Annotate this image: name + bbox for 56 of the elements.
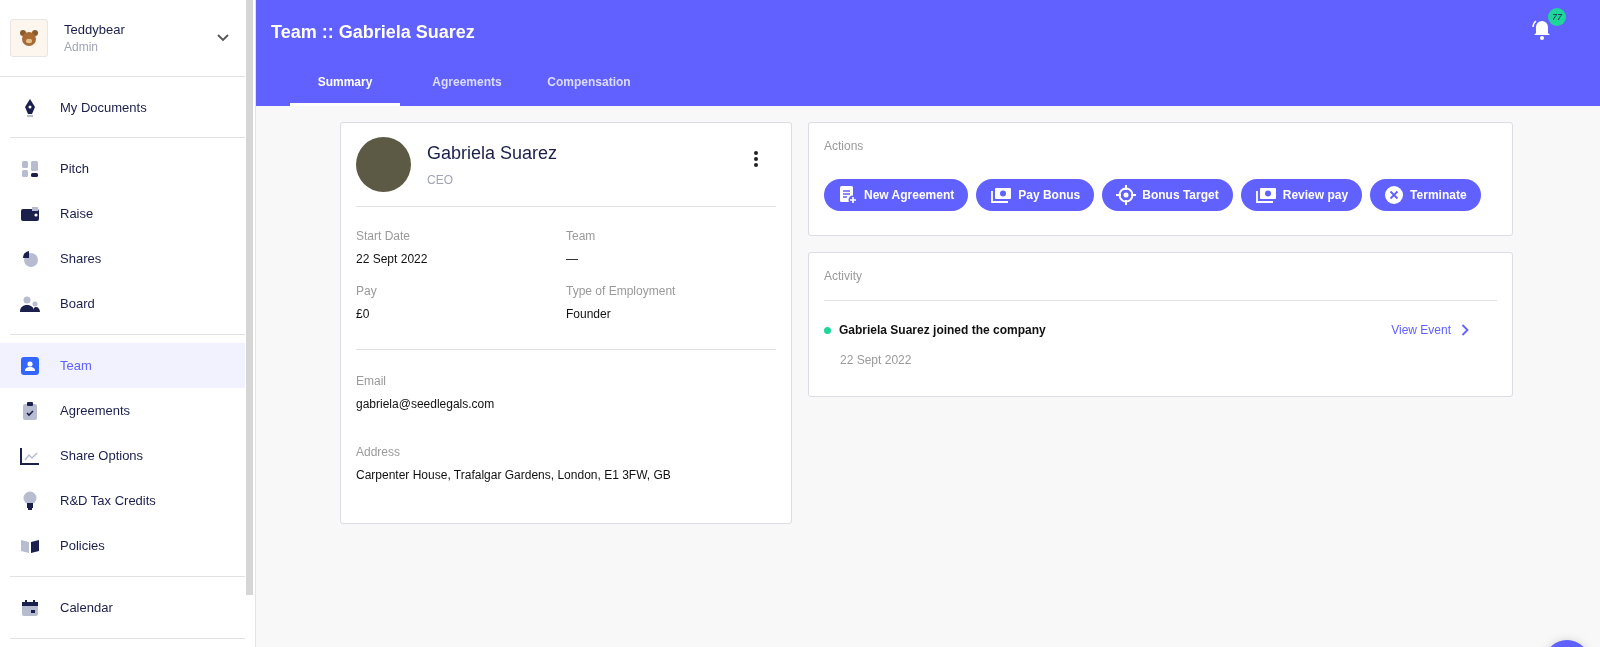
book-icon xyxy=(18,537,42,554)
tab[interactable]: Summary xyxy=(290,63,400,106)
chevron-right-icon[interactable] xyxy=(1461,324,1469,336)
action-button[interactable]: Terminate xyxy=(1370,179,1481,211)
field-value: 22 Sept 2022 xyxy=(356,252,429,266)
field-label: Team xyxy=(566,229,597,243)
page-title: Team :: Gabriela Suarez xyxy=(271,21,475,43)
line-chart-icon xyxy=(18,446,42,465)
notification-badge: 77 xyxy=(1548,8,1566,26)
field-value: £0 xyxy=(356,307,371,321)
card-title: Activity xyxy=(824,269,863,283)
action-button[interactable]: Bonus Target xyxy=(1102,179,1233,211)
bear-icon xyxy=(19,30,39,46)
nav-item[interactable]: Pitch xyxy=(0,146,245,191)
field-label: Start Date xyxy=(356,229,412,243)
field-label: Email xyxy=(356,374,387,388)
field-label: Address xyxy=(356,445,402,459)
cash-icon xyxy=(1254,186,1277,204)
field-value: gabriela@seedlegals.com xyxy=(356,397,496,411)
nav-item[interactable]: Calendar xyxy=(0,585,245,630)
nav-item[interactable]: My Documents xyxy=(0,85,245,130)
field-value: Founder xyxy=(566,307,612,321)
card-title: Actions xyxy=(824,139,865,153)
nav-item[interactable]: Team xyxy=(0,343,245,388)
action-button[interactable]: Review pay xyxy=(1240,179,1363,211)
nav-item[interactable]: Shares xyxy=(0,236,245,281)
company-name: Teddybear xyxy=(64,22,126,37)
nav-item[interactable]: Board xyxy=(0,281,245,326)
nav-item[interactable]: Share Options xyxy=(0,433,245,478)
field-value: Carpenter House, Trafalgar Gardens, London, E1 3FW, GB xyxy=(356,468,672,482)
more-options-icon[interactable] xyxy=(753,150,759,168)
crosshair-icon xyxy=(1116,185,1137,205)
event-text: Gabriela Suarez joined the company xyxy=(839,323,1047,337)
view-event-link[interactable]: View Event xyxy=(1391,323,1451,337)
wallet-icon xyxy=(18,205,42,222)
person-icon xyxy=(18,356,42,375)
nav-item[interactable]: R&D Tax Credits xyxy=(0,478,245,523)
event-date: 22 Sept 2022 xyxy=(840,353,913,367)
avatar-photo-placeholder xyxy=(356,137,411,192)
scrollbar[interactable] xyxy=(245,0,256,647)
document-add-icon xyxy=(838,185,858,205)
field-value: — xyxy=(566,252,579,266)
people-icon xyxy=(18,294,42,313)
nav-item[interactable]: Agreements xyxy=(0,388,245,433)
field-label: Pay xyxy=(356,284,378,298)
close-circle-icon xyxy=(1384,185,1405,205)
field-label: Type of Employment xyxy=(566,284,677,298)
person-role: CEO xyxy=(427,173,454,187)
nav-item[interactable]: Raise xyxy=(0,191,245,236)
action-button[interactable]: New Agreement xyxy=(824,179,969,211)
nav-item[interactable]: Policies xyxy=(0,523,245,568)
company-role: Admin xyxy=(64,40,99,54)
person-name: Gabriela Suarez xyxy=(427,143,559,164)
action-button[interactable]: Pay Bonus xyxy=(976,179,1095,211)
cash-icon xyxy=(990,186,1013,204)
chevron-down-icon[interactable] xyxy=(217,34,229,42)
